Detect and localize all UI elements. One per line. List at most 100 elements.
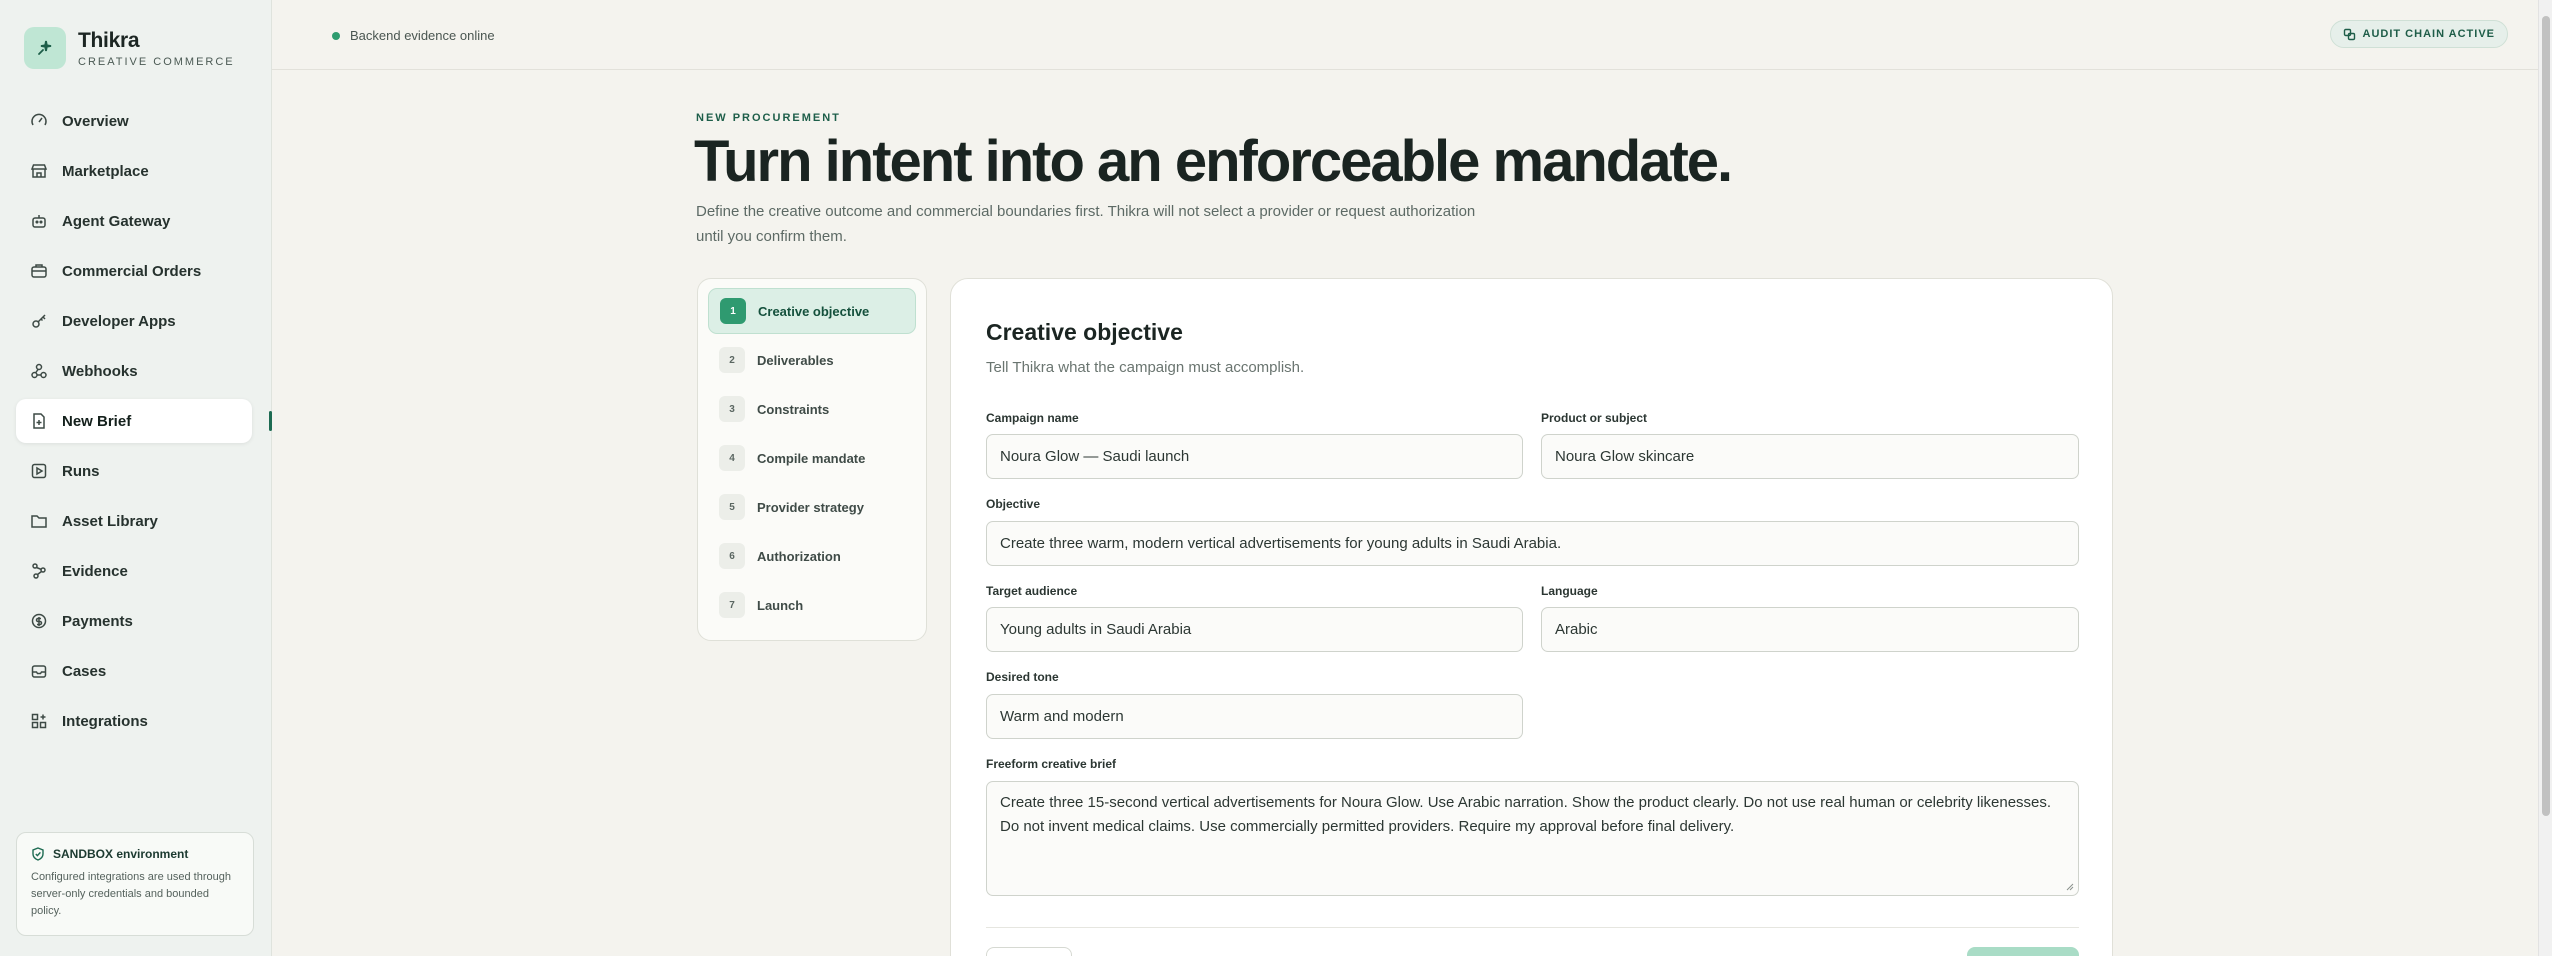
campaign-name-input[interactable] [986,434,1523,479]
store-icon [30,162,48,180]
step-number: 6 [719,543,745,569]
folder-icon [30,512,48,530]
grid-plus-icon [30,712,48,730]
sidebar-item-label: Evidence [62,562,128,580]
gauge-icon [30,112,48,130]
briefcase-icon [30,262,48,280]
campaign-name-label: Campaign name [986,411,1079,425]
step-label: Creative objective [758,303,870,319]
step-constraints[interactable]: 3 Constraints [708,386,916,432]
step-number: 4 [719,445,745,471]
step-compile-mandate[interactable]: 4 Compile mandate [708,435,916,481]
sidebar: Thikra CREATIVE COMMERCE Overview Market… [0,0,272,956]
page-scrollbar[interactable] [2538,0,2552,956]
target-audience-label: Target audience [986,584,1078,598]
objective-label: Objective [986,497,1041,511]
resize-grip-icon[interactable] [2064,881,2074,891]
play-square-icon [30,462,48,480]
sidebar-item-label: Marketplace [62,162,149,180]
page-eyebrow: NEW PROCUREMENT [696,112,841,124]
back-button[interactable] [986,947,1072,956]
sparkle-logo-icon [24,27,66,69]
brand[interactable]: Thikra CREATIVE COMMERCE [24,27,235,69]
creative-brief-textarea[interactable]: Create three 15-second vertical advertis… [986,781,2079,896]
sandbox-notice: SANDBOX environment Configured integrati… [16,832,254,936]
sidebar-item-label: Developer Apps [62,312,176,330]
target-audience-input[interactable] [986,607,1523,652]
step-label: Compile mandate [757,450,866,466]
step-label: Authorization [757,548,841,564]
sidebar-item-label: Webhooks [62,362,138,380]
step-label: Launch [757,597,804,613]
page-description: Define the creative outcome and commerci… [696,203,1476,245]
sidebar-item-agent-gateway[interactable]: Agent Gateway [16,199,252,243]
sidebar-item-runs[interactable]: Runs [16,449,252,493]
sidebar-item-label: Agent Gateway [62,212,171,230]
key-icon [30,312,48,330]
step-label: Constraints [757,401,830,417]
product-input[interactable] [1541,434,2079,479]
language-label: Language [1541,584,1598,598]
step-provider-strategy[interactable]: 5 Provider strategy [708,484,916,530]
backend-status: Backend evidence online [332,28,495,43]
step-label: Provider strategy [757,499,864,515]
sidebar-item-payments[interactable]: Payments [16,599,252,643]
sandbox-body: Configured integrations are used through… [31,871,231,917]
sidebar-item-label: New Brief [62,412,132,430]
status-dot-icon [332,31,340,40]
sidebar-item-cases[interactable]: Cases [16,649,252,693]
creative-brief-label: Freeform creative brief [986,757,1117,771]
step-number: 1 [720,298,746,324]
backend-status-text: Backend evidence online [350,28,495,43]
step-authorization[interactable]: 6 Authorization [708,533,916,579]
audit-chain-badge[interactable]: AUDIT CHAIN ACTIVE [2329,20,2508,48]
file-plus-icon [30,412,48,430]
shield-check-icon [31,847,45,861]
coin-icon [30,612,48,630]
language-input[interactable] [1541,607,2079,652]
step-label: Deliverables [757,352,834,368]
step-number: 2 [719,347,745,373]
brand-subtitle: CREATIVE COMMERCE [78,55,235,68]
step-deliverables[interactable]: 2 Deliverables [708,337,916,383]
step-creative-objective[interactable]: 1 Creative objective [708,288,916,334]
step-number: 3 [719,396,745,422]
card-subtitle: Tell Thikra what the campaign must accom… [986,359,1305,376]
step-launch[interactable]: 7 Launch [708,582,916,628]
sidebar-item-evidence[interactable]: Evidence [16,549,252,593]
desired-tone-label: Desired tone [986,670,1059,684]
sandbox-title: SANDBOX environment [53,847,189,861]
sidebar-item-label: Commercial Orders [62,262,202,280]
step-number: 7 [719,592,745,618]
page-title: Turn intent into an enforceable mandate. [694,129,1733,194]
sidebar-item-developer-apps[interactable]: Developer Apps [16,299,252,343]
sidebar-item-label: Integrations [62,712,148,730]
network-icon [30,562,48,580]
creative-objective-card: Creative objective Tell Thikra what the … [950,278,2113,956]
step-number: 5 [719,494,745,520]
product-label: Product or subject [1541,411,1648,425]
brief-stepper: 1 Creative objective 2 Deliverables 3 Co… [697,278,927,641]
sidebar-item-label: Overview [62,112,129,130]
scrollbar-thumb[interactable] [2542,16,2550,816]
sidebar-item-overview[interactable]: Overview [16,99,252,143]
brand-name: Thikra [78,28,140,52]
desired-tone-input[interactable] [986,694,1523,739]
sidebar-nav: Overview Marketplace Agent Gateway Comme… [16,99,272,749]
topbar: Backend evidence online AUDIT CHAIN ACTI… [272,0,2538,70]
chain-link-icon [2343,28,2356,41]
sidebar-item-asset-library[interactable]: Asset Library [16,499,252,543]
objective-input[interactable] [986,521,2079,566]
sidebar-item-new-brief[interactable]: New Brief [16,399,272,443]
continue-button[interactable] [1967,947,2079,956]
sidebar-item-marketplace[interactable]: Marketplace [16,149,252,193]
card-divider [986,927,2079,928]
bot-icon [30,212,48,230]
sidebar-item-integrations[interactable]: Integrations [16,699,252,743]
webhook-icon [30,362,48,380]
sidebar-item-label: Runs [62,462,100,480]
sidebar-item-label: Payments [62,612,133,630]
card-title: Creative objective [986,319,1183,345]
sidebar-item-commercial-orders[interactable]: Commercial Orders [16,249,252,293]
sidebar-item-webhooks[interactable]: Webhooks [16,349,252,393]
